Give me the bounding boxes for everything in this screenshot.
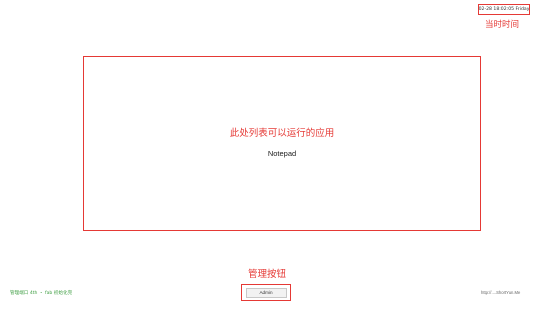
admin-highlight: Admin [241,284,291,301]
status-text: 管理端口 4th ・ fab 初始化完 [10,291,73,296]
clock-annotation: 当时时间 [485,20,520,30]
admin-annotation: 管理按钮 [248,269,287,280]
app-item-notepad[interactable]: Notepad [84,149,480,158]
app-list-annotation: 此处列表可以运行的应用 [229,128,335,139]
admin-button[interactable]: Admin [245,287,287,298]
clock-text: 02-28 18:02:05 Friday [478,7,530,12]
footer-link[interactable]: http://....ShortYun.Me [481,290,520,295]
clock-display: 02-28 18:02:05 Friday [478,4,530,15]
app-list-panel: 此处列表可以运行的应用 Notepad [83,56,481,231]
